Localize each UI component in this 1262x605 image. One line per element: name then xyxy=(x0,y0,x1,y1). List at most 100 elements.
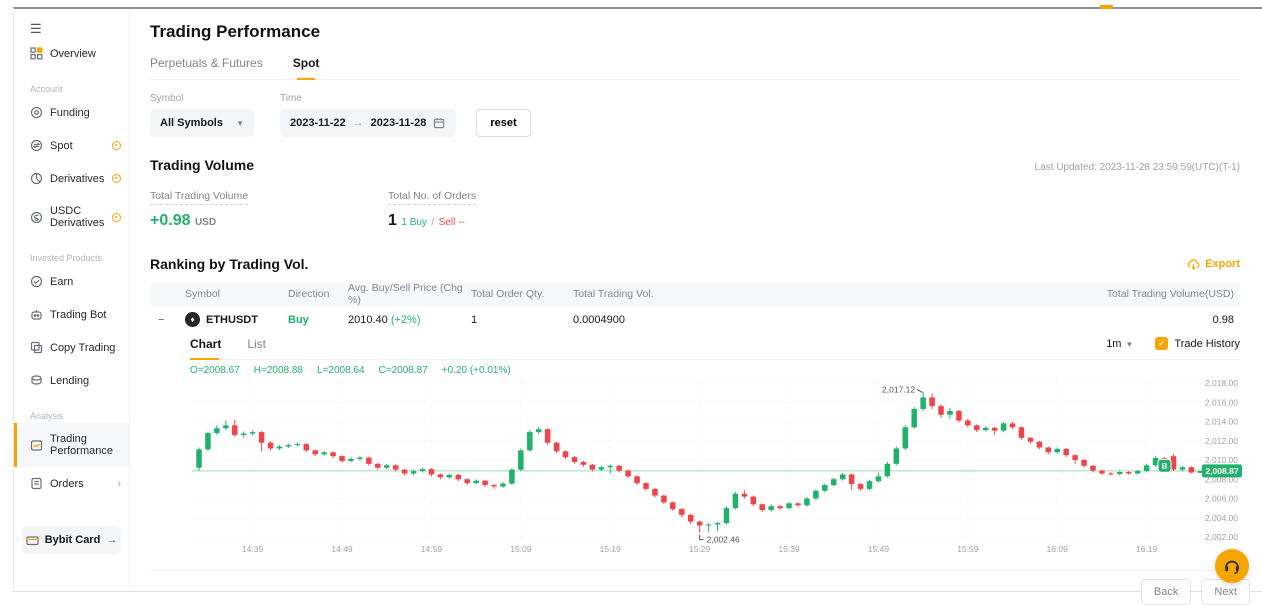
ohlc-legend: O=2008.67 H=2008.88 L=2008.64 C=2008.87 … xyxy=(190,365,1240,376)
col-trading-vol: Total Trading Vol. xyxy=(573,288,710,300)
total-trading-volume-metric: Total Trading Volume +0.98 USD xyxy=(150,186,388,230)
svg-text:16:19: 16:19 xyxy=(1136,544,1158,554)
coin-icon xyxy=(30,106,43,119)
col-symbol: Symbol xyxy=(185,288,288,300)
total-orders-label[interactable]: Total No. of Orders xyxy=(388,190,476,205)
svg-text:2,014.00: 2,014.00 xyxy=(1205,417,1238,427)
sidebar-item-funding[interactable]: Funding xyxy=(14,96,129,129)
sidebar-item-trading-bot[interactable]: Trading Bot xyxy=(14,298,129,331)
sidebar-item-trading-performance[interactable]: Trading Performance xyxy=(14,423,129,467)
arrow-right-icon: → xyxy=(353,117,364,129)
svg-text:15:39: 15:39 xyxy=(778,544,800,554)
last-updated: Last Updated: 2023-11-28 23:59:59(UTC)(T… xyxy=(1035,162,1240,173)
bybit-card-button[interactable]: Bybit Card → xyxy=(22,526,121,554)
sidebar-item-copy-trading[interactable]: Copy Trading xyxy=(14,331,129,364)
svg-text:2,002.00: 2,002.00 xyxy=(1205,532,1238,542)
next-button[interactable]: Next xyxy=(1201,579,1250,605)
total-trading-volume-label[interactable]: Total Trading Volume xyxy=(150,190,248,205)
chevron-down-icon: ▼ xyxy=(1125,340,1133,349)
interval-select[interactable]: 1m▼ xyxy=(1106,338,1133,350)
sidebar-item-spot[interactable]: Spot xyxy=(14,129,129,162)
sidebar-item-earn[interactable]: Earn xyxy=(14,265,129,298)
svg-text:14:49: 14:49 xyxy=(331,544,353,554)
chevron-down-icon: ▼ xyxy=(236,119,244,128)
cell-vol: 0.0004900 xyxy=(573,314,710,326)
tab-list[interactable]: List xyxy=(247,337,266,351)
main-content: Trading Performance Perpetuals & Futures… xyxy=(131,9,1262,590)
trade-history-toggle[interactable]: ✓ Trade History xyxy=(1155,337,1240,350)
svg-text:14:39: 14:39 xyxy=(242,544,264,554)
symbol-label: Symbol xyxy=(150,93,254,104)
table-header-row: Symbol Direction Avg. Buy/Sell Price (Ch… xyxy=(150,282,1240,306)
symbol-filter-group: Symbol All Symbols ▼ xyxy=(150,93,254,137)
reset-button[interactable]: reset xyxy=(476,109,530,137)
tab-perpetuals-futures[interactable]: Perpetuals & Futures xyxy=(150,56,263,79)
calendar-icon xyxy=(433,117,446,129)
orders-sell-count: Sell -- xyxy=(439,217,465,228)
svg-text:2,002.46: 2,002.46 xyxy=(707,535,740,545)
date-range-picker[interactable]: 2023-11-22 → 2023-11-28 xyxy=(280,109,456,137)
collapse-row-icon[interactable]: − xyxy=(158,314,164,326)
swap-icon xyxy=(30,139,43,152)
trade-history-label: Trade History xyxy=(1174,338,1240,350)
svg-text:15:49: 15:49 xyxy=(868,544,890,554)
total-orders-metric: Total No. of Orders 1 1 Buy / Sell -- xyxy=(388,186,626,230)
cell-avg-price: 2010.40 xyxy=(348,314,388,326)
tab-chart[interactable]: Chart xyxy=(190,337,221,351)
upgrade-ring-icon xyxy=(112,213,121,222)
table-row-ethusdt[interactable]: − ♦ETHUSDT Buy 2010.40 (+2%) 1 0.0004900… xyxy=(150,306,1240,333)
svg-text:16:09: 16:09 xyxy=(1047,544,1069,554)
svg-text:2,008.87: 2,008.87 xyxy=(1205,466,1238,476)
svg-text:2,018.00: 2,018.00 xyxy=(1205,378,1238,388)
col-direction: Direction xyxy=(288,288,348,300)
cell-chg: (+2%) xyxy=(391,314,421,326)
orders-separator: / xyxy=(431,217,434,228)
ohlc-high: H=2008.88 xyxy=(254,365,303,376)
ohlc-close: C=2008.87 xyxy=(379,365,428,376)
total-trading-volume-value: +0.98 xyxy=(150,212,190,229)
export-button[interactable]: Export xyxy=(1187,258,1240,271)
col-avg-price: Avg. Buy/Sell Price (Chg %) xyxy=(348,282,471,306)
usdc-icon xyxy=(30,211,43,224)
symbol-select[interactable]: All Symbols ▼ xyxy=(150,109,254,137)
chart-doc-icon xyxy=(30,439,43,452)
trading-volume-title: Trading Volume xyxy=(150,157,254,173)
date-to: 2023-11-28 xyxy=(371,117,427,129)
sidebar-item-orders[interactable]: Orders › xyxy=(14,467,129,500)
col-order-qty: Total Order Qty. xyxy=(471,288,573,300)
svg-text:15:29: 15:29 xyxy=(689,544,711,554)
sidebar-collapse-icon[interactable]: ☰ xyxy=(14,9,129,37)
back-button[interactable]: Back xyxy=(1141,579,1191,605)
arrow-right-icon: → xyxy=(106,534,117,546)
checkbox-checked-icon[interactable]: ✓ xyxy=(1155,337,1168,350)
sidebar-item-derivatives[interactable]: Derivatives xyxy=(14,162,129,195)
svg-text:2,006.00: 2,006.00 xyxy=(1205,494,1238,504)
sidebar-item-overview[interactable]: Overview xyxy=(14,37,129,70)
svg-text:B: B xyxy=(1162,462,1168,471)
svg-text:2,004.00: 2,004.00 xyxy=(1205,513,1238,523)
robot-icon xyxy=(30,308,43,321)
svg-text:15:59: 15:59 xyxy=(957,544,979,554)
expanded-chart-panel: Chart List 1m▼ ✓ Trade History O=2008.67… xyxy=(190,333,1240,570)
candlestick-chart[interactable]: 2,018.002,016.002,014.002,012.002,010.00… xyxy=(190,378,1242,558)
ohlc-change: +0.20 (+0.01%) xyxy=(442,365,511,376)
cell-qty: 1 xyxy=(471,314,573,326)
coins-icon xyxy=(30,374,43,387)
copy-icon xyxy=(30,341,43,354)
svg-text:14:59: 14:59 xyxy=(421,544,443,554)
sidebar-section-analysis: Analysis xyxy=(14,397,129,423)
time-label: Time xyxy=(280,93,456,104)
ranking-title: Ranking by Trading Vol. xyxy=(150,256,308,272)
svg-text:15:19: 15:19 xyxy=(600,544,622,554)
earn-icon xyxy=(30,275,43,288)
cell-direction: Buy xyxy=(288,314,348,326)
support-chat-button[interactable] xyxy=(1215,549,1249,583)
ranking-header: Ranking by Trading Vol. Export xyxy=(150,256,1240,272)
ohlc-low: L=2008.64 xyxy=(317,365,365,376)
sidebar-item-lending[interactable]: Lending xyxy=(14,364,129,397)
tab-spot[interactable]: Spot xyxy=(293,56,320,79)
orders-buy-count: 1 Buy xyxy=(401,217,427,228)
page-title: Trading Performance xyxy=(150,22,1240,42)
svg-text:2,016.00: 2,016.00 xyxy=(1205,397,1238,407)
sidebar-item-usdc-derivatives[interactable]: USDC Derivatives xyxy=(14,195,129,239)
